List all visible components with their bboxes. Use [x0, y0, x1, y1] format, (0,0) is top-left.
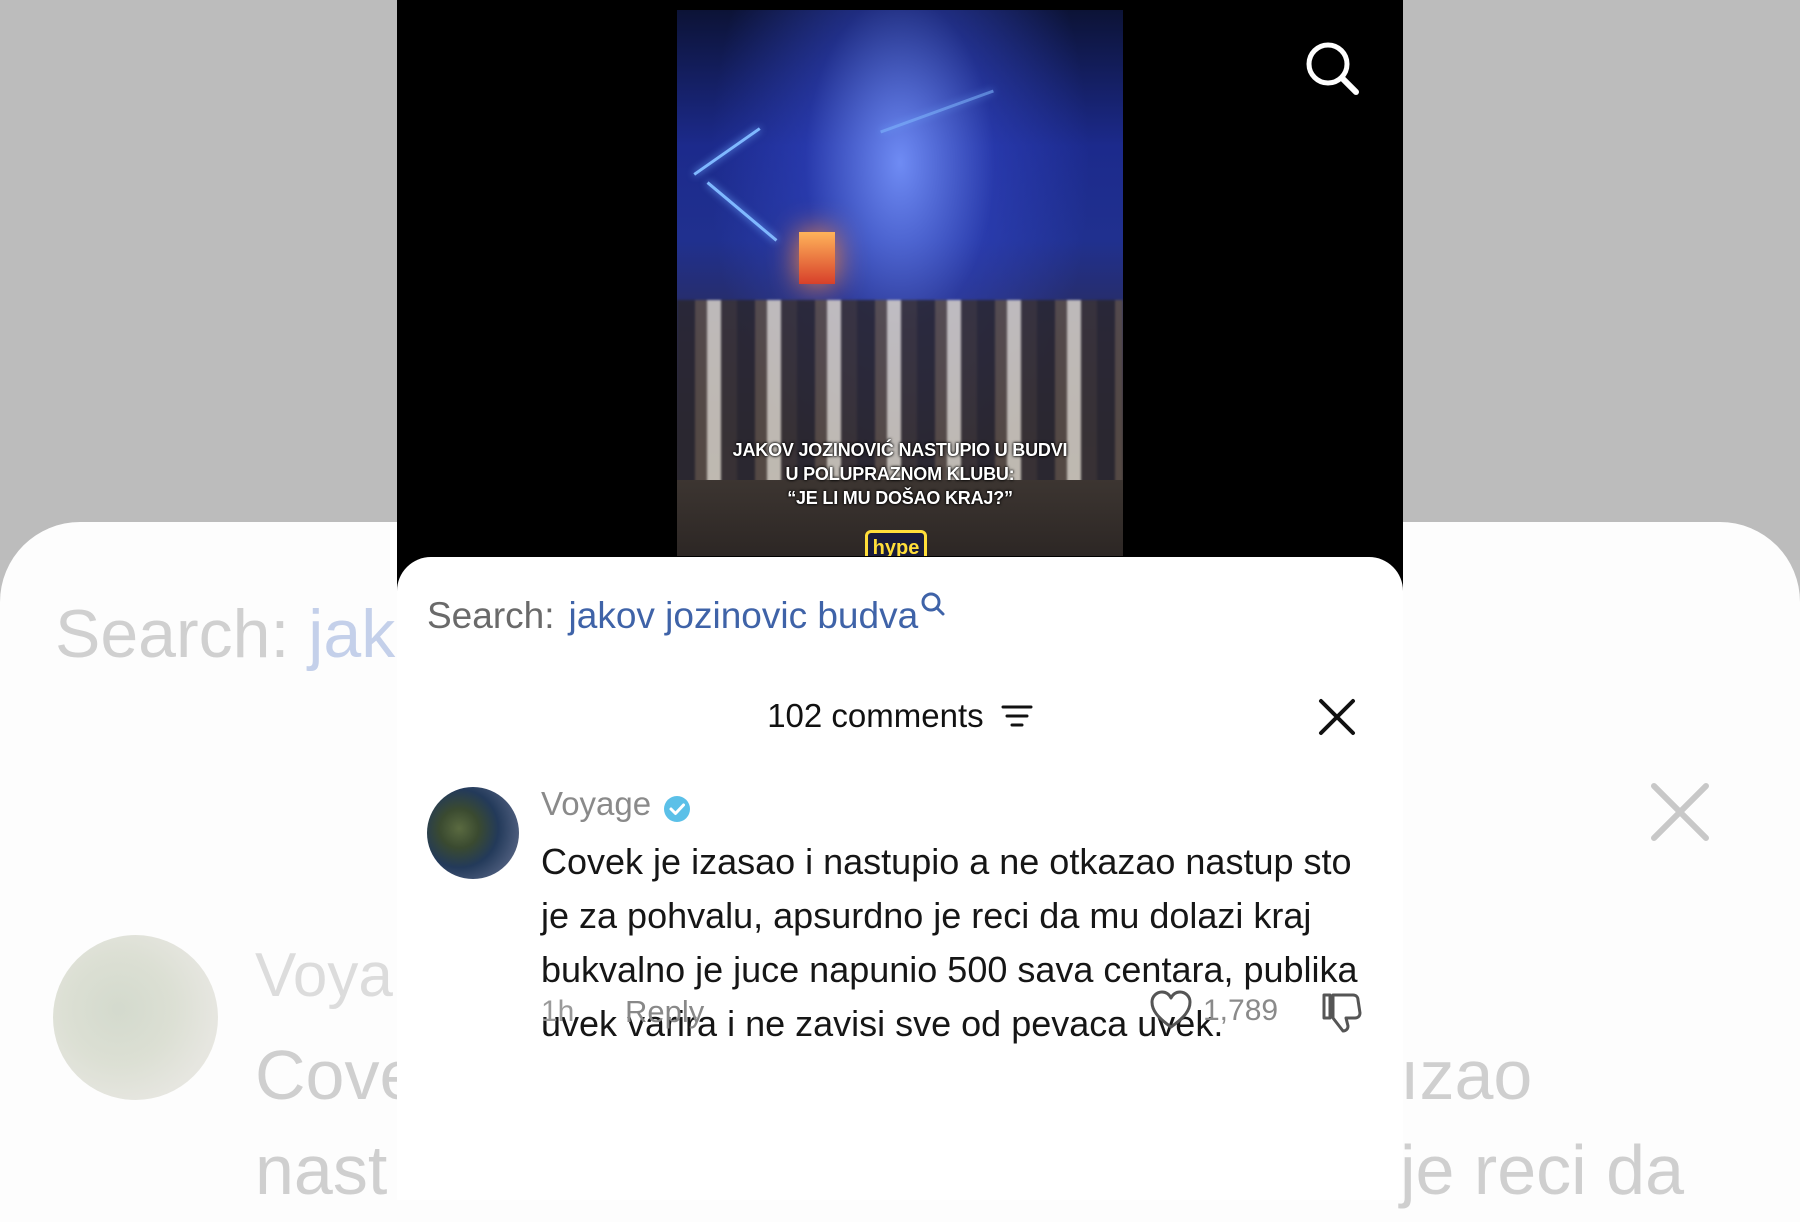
verified-badge-icon — [664, 796, 690, 822]
search-query[interactable]: jakov jozinovic budva — [569, 595, 919, 637]
search-label: Search: — [427, 595, 555, 636]
comment-username[interactable]: Voyage — [541, 785, 651, 823]
background-comment-line1: Cove — [255, 1036, 419, 1114]
video-caption-line1: JAKOV JOZINOVIĆ NASTUPIO U BUDVI — [732, 440, 1068, 460]
hype-logo: hype — [865, 530, 927, 556]
stage-light — [880, 89, 994, 134]
background-avatar — [53, 935, 218, 1100]
stage-light — [706, 181, 778, 242]
dislike-icon[interactable] — [1319, 989, 1365, 1035]
video-caption-line2: U POLUPRAZNOM KLUBU: — [785, 464, 1015, 484]
background-comment-right1: ızao — [1400, 1036, 1533, 1114]
search-suggestion[interactable]: Search: jakov jozinovic budva — [427, 592, 946, 637]
video-caption-line3: “JE LI MU DOŠAO KRAJ?” — [787, 488, 1013, 508]
stage-light — [693, 127, 761, 176]
background-comment-right2: je reci da — [1400, 1131, 1685, 1209]
background-close-icon — [1651, 783, 1709, 841]
avatar[interactable] — [427, 787, 519, 879]
background-search-label: Search: — [55, 596, 290, 672]
reply-button[interactable]: Reply — [625, 994, 704, 1030]
comments-sheet: Search: jakov jozinovic budva 102 commen… — [397, 557, 1403, 1200]
comment-time: 1h — [541, 995, 575, 1028]
video-player[interactable]: JAKOV JOZINOVIĆ NASTUPIO U BUDVI U POLUP… — [677, 10, 1123, 556]
background-search: Search: jak — [55, 595, 395, 673]
filter-icon[interactable] — [1001, 703, 1033, 729]
comments-count: 102 comments — [767, 697, 984, 734]
phone-screen: JAKOV JOZINOVIĆ NASTUPIO U BUDVI U POLUP… — [397, 0, 1403, 1200]
comments-header: 102 comments — [397, 697, 1403, 735]
search-icon[interactable] — [1302, 38, 1362, 98]
stage-screen — [799, 232, 835, 284]
heart-icon[interactable] — [1149, 990, 1193, 1030]
background-comment-line2: nast — [255, 1131, 388, 1209]
search-icon — [921, 592, 945, 616]
close-icon[interactable] — [1317, 697, 1357, 737]
background-username: Voya — [255, 941, 393, 1010]
like-count: 1,789 — [1203, 994, 1279, 1027]
background-search-query: jak — [308, 596, 396, 672]
